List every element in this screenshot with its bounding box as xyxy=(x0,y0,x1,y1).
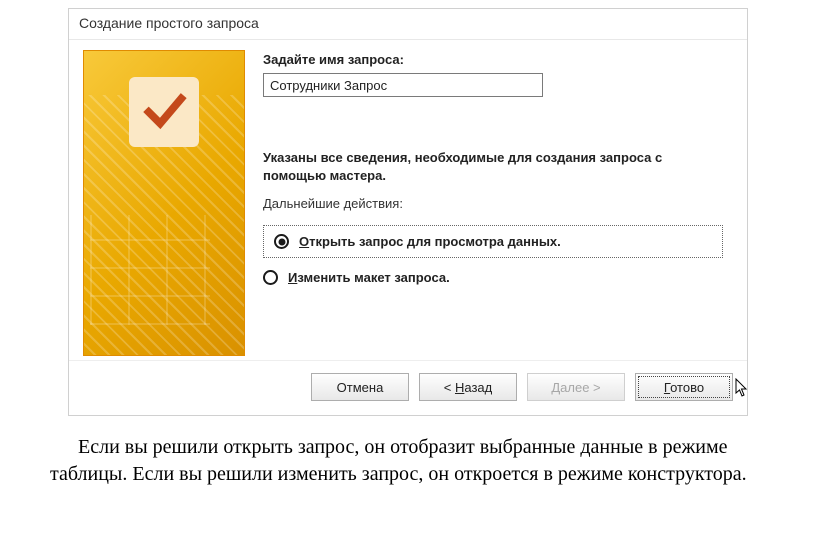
query-name-input[interactable] xyxy=(263,73,543,97)
wizard-illustration xyxy=(83,50,245,356)
button-row: Отмена < Назад Далее > Готово xyxy=(69,360,747,415)
back-button-label: < Назад xyxy=(444,380,492,395)
option-edit-label: Изменить макет запроса. xyxy=(288,270,450,285)
option-open-label: Открыть запрос для просмотра данных. xyxy=(299,234,561,249)
form-area: Задайте имя запроса: Указаны все сведени… xyxy=(263,50,733,356)
dialog-body: Задайте имя запроса: Указаны все сведени… xyxy=(69,40,747,360)
query-name-label: Задайте имя запроса: xyxy=(263,52,733,67)
radio-open[interactable] xyxy=(274,234,289,249)
checkmark-badge xyxy=(129,77,199,147)
cursor-icon xyxy=(735,378,749,398)
cancel-button-label: Отмена xyxy=(337,380,384,395)
options-group: Открыть запрос для просмотра данных. Изм… xyxy=(263,225,733,285)
finish-button-label: Готово xyxy=(664,380,704,395)
option-edit-query[interactable]: Изменить макет запроса. xyxy=(263,270,723,285)
option-open-query[interactable]: Открыть запрос для просмотра данных. xyxy=(263,225,723,258)
dialog-title: Создание простого запроса xyxy=(69,9,747,40)
document-caption: Если вы решили открыть запрос, он отобра… xyxy=(50,434,766,488)
cancel-button[interactable]: Отмена xyxy=(311,373,409,401)
radio-edit[interactable] xyxy=(263,270,278,285)
next-button-label: Далее > xyxy=(551,380,600,395)
back-button[interactable]: < Назад xyxy=(419,373,517,401)
next-actions-label: Дальнейшие действия: xyxy=(263,196,733,211)
grid-decoration xyxy=(90,215,210,325)
next-button: Далее > xyxy=(527,373,625,401)
info-text: Указаны все сведения, необходимые для со… xyxy=(263,149,693,184)
wizard-dialog: Создание простого запроса Задайте имя за… xyxy=(68,8,748,416)
finish-button[interactable]: Готово xyxy=(635,373,733,401)
checkmark-icon xyxy=(141,89,187,135)
info-block: Указаны все сведения, необходимые для со… xyxy=(263,149,733,285)
